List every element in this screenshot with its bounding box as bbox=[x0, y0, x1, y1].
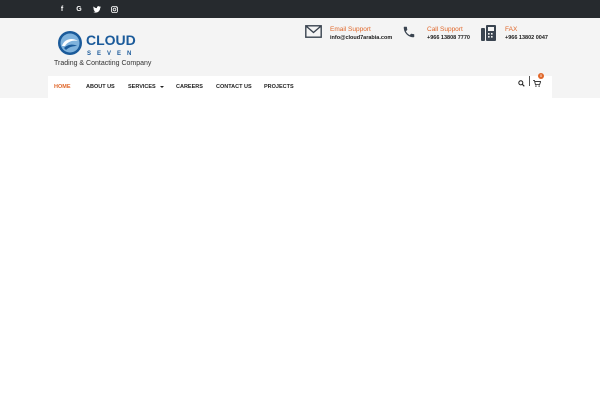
phone-icon bbox=[403, 26, 415, 38]
fax-value: +966 13802 0047 bbox=[505, 35, 548, 41]
google-icon[interactable]: G bbox=[71, 0, 87, 18]
nav-divider bbox=[529, 76, 530, 86]
instagram-icon[interactable] bbox=[106, 0, 122, 18]
nav-services-label: SERVICES bbox=[128, 84, 156, 90]
fax-label: FAX bbox=[505, 26, 518, 33]
tagline: Trading & Contacting Company bbox=[54, 60, 152, 67]
top-bar: f G bbox=[0, 0, 600, 18]
nav-contact-us[interactable]: CONTACT US bbox=[216, 76, 252, 98]
nav-about-us[interactable]: ABOUT US bbox=[86, 76, 115, 98]
fax-icon bbox=[481, 25, 496, 41]
search-icon[interactable] bbox=[518, 76, 525, 87]
email-support[interactable]: Email Support info@cloud7arabia.com bbox=[305, 25, 405, 45]
site-logo[interactable]: CLOUD SEVEN bbox=[56, 29, 156, 57]
chevron-down-icon bbox=[159, 85, 164, 88]
nav-services[interactable]: SERVICES bbox=[128, 76, 164, 98]
email-label: Email Support bbox=[330, 26, 371, 33]
envelope-icon bbox=[305, 25, 322, 38]
facebook-icon[interactable]: f bbox=[54, 0, 70, 18]
logo-word: CLOUD bbox=[86, 32, 136, 48]
logo-subword: SEVEN bbox=[87, 51, 137, 57]
cart-count-badge: 0 bbox=[538, 73, 544, 79]
main-nav: HOME ABOUT US SERVICES CAREERS CONTACT U… bbox=[48, 76, 552, 98]
phone-value[interactable]: +966 13808 7770 bbox=[427, 35, 470, 41]
nav-home[interactable]: HOME bbox=[54, 76, 71, 98]
phone-label: Call Support bbox=[427, 26, 463, 33]
twitter-icon[interactable] bbox=[89, 0, 105, 18]
fax-support: FAX +966 13802 0047 bbox=[481, 25, 551, 45]
nav-careers[interactable]: CAREERS bbox=[176, 76, 203, 98]
nav-projects[interactable]: PROJECTS bbox=[264, 76, 294, 98]
call-support[interactable]: Call Support +966 13808 7770 bbox=[402, 25, 492, 45]
email-value[interactable]: info@cloud7arabia.com bbox=[330, 35, 392, 41]
